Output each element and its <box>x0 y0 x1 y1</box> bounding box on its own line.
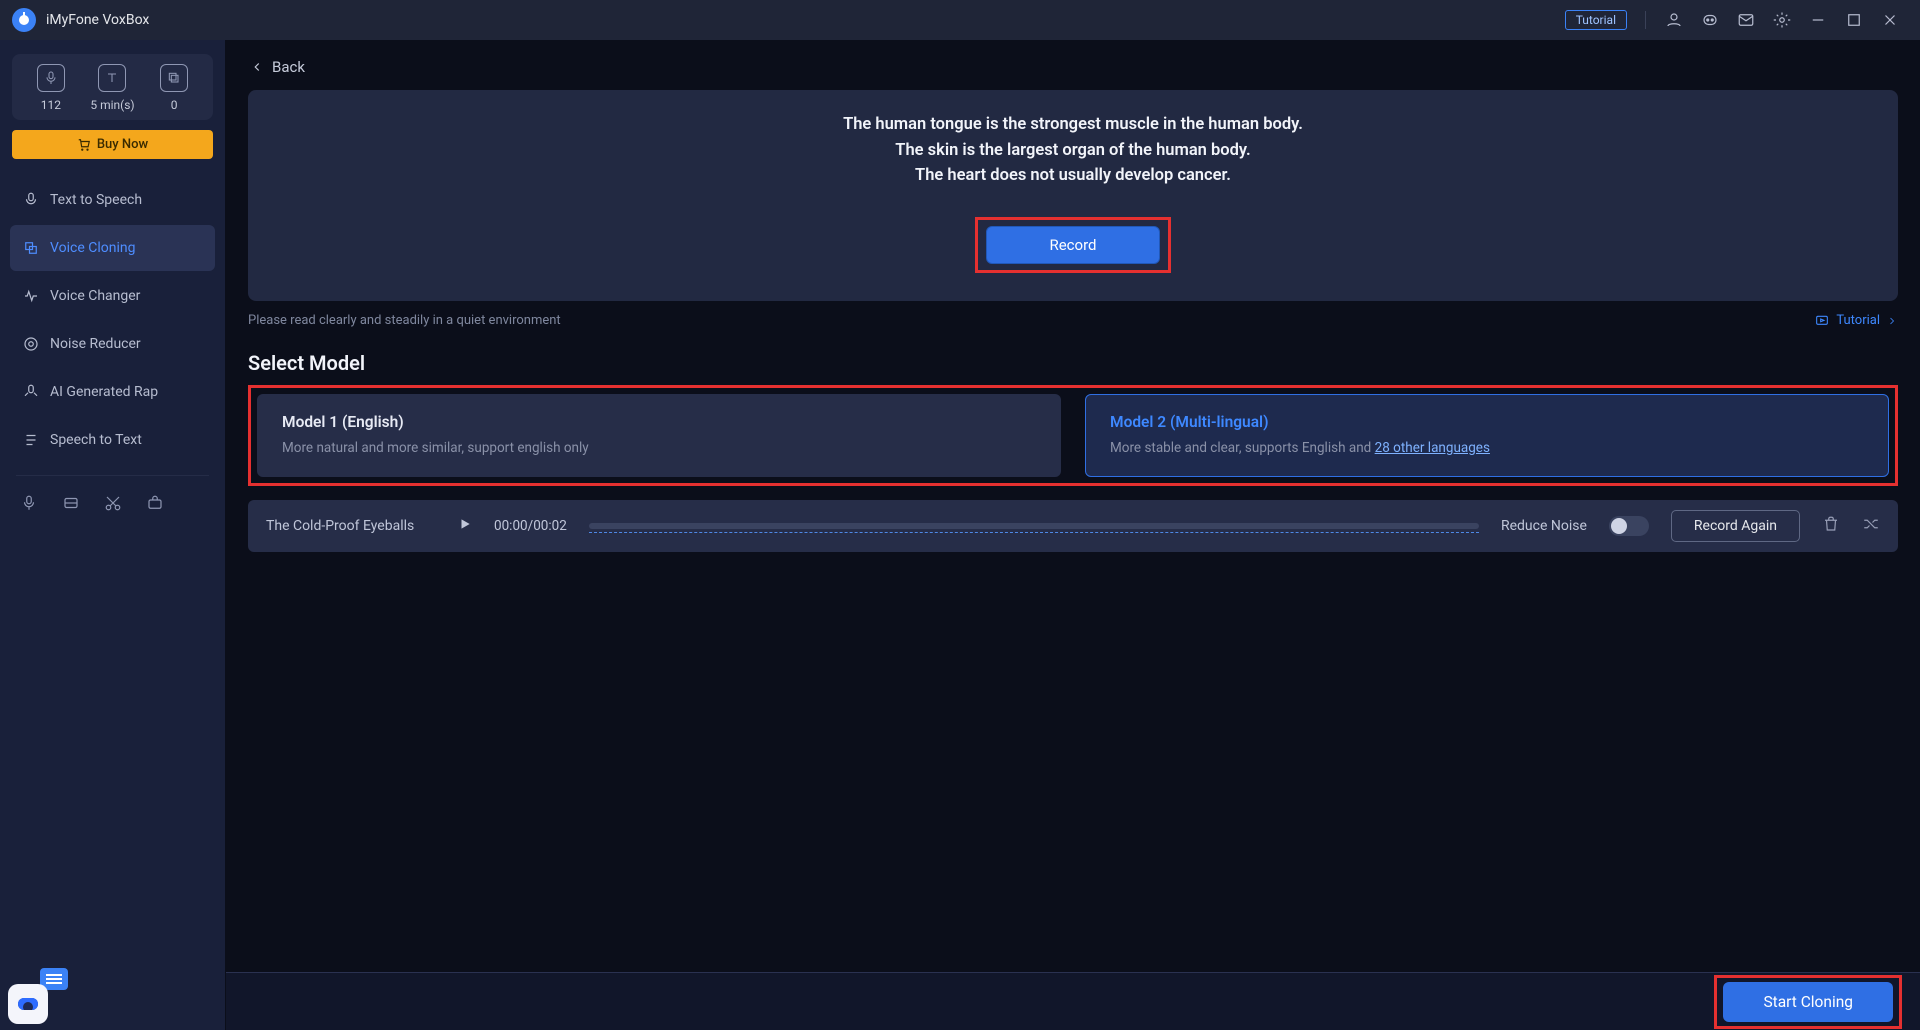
stat-minutes: 5 min(s) <box>82 64 142 112</box>
account-icon[interactable] <box>1664 10 1684 30</box>
close-icon[interactable] <box>1880 10 1900 30</box>
back-button[interactable]: Back <box>248 52 1898 90</box>
mini-convert-icon[interactable] <box>62 494 80 516</box>
record-again-button[interactable]: Record Again <box>1671 510 1800 542</box>
stat-characters: 112 <box>21 64 81 112</box>
nav-voice-cloning[interactable]: Voice Cloning <box>10 225 215 271</box>
mic-icon <box>37 64 65 92</box>
delete-icon[interactable] <box>1822 515 1840 537</box>
record-button[interactable]: Record <box>986 226 1159 264</box>
progress-bar[interactable] <box>589 523 1479 529</box>
mini-record-icon[interactable] <box>20 494 38 516</box>
robot-icon <box>8 984 48 1024</box>
app-title: iMyFone VoxBox <box>46 12 149 28</box>
model-2-card[interactable]: Model 2 (Multi-lingual) More stable and … <box>1085 394 1889 477</box>
reduce-noise-label: Reduce Noise <box>1501 518 1587 534</box>
mail-icon[interactable] <box>1736 10 1756 30</box>
track-name: The Cold-Proof Eyeballs <box>266 518 436 534</box>
titlebar: iMyFone VoxBox Tutorial <box>0 0 1920 40</box>
tutorial-pill-button[interactable]: Tutorial <box>1565 10 1627 30</box>
nav-text-to-speech[interactable]: Text to Speech <box>10 177 215 223</box>
shuffle-icon[interactable] <box>1862 515 1880 537</box>
play-icon[interactable] <box>458 517 472 535</box>
models-highlight: Model 1 (English) More natural and more … <box>248 385 1898 486</box>
reduce-noise-toggle[interactable] <box>1609 516 1649 536</box>
sidebar-stats-box: 112 5 min(s) 0 <box>12 54 213 120</box>
nav-ai-generated-rap[interactable]: AI Generated Rap <box>10 369 215 415</box>
script-line: The heart does not usually develop cance… <box>268 163 1878 189</box>
nav-voice-changer[interactable]: Voice Changer <box>10 273 215 319</box>
app-logo-icon <box>12 8 36 32</box>
text-icon <box>98 64 126 92</box>
start-cloning-button[interactable]: Start Cloning <box>1723 982 1893 1022</box>
model-2-desc: More stable and clear, supports English … <box>1110 439 1864 458</box>
time-display: 00:00/00:02 <box>494 518 567 534</box>
maximize-icon[interactable] <box>1844 10 1864 30</box>
settings-icon[interactable] <box>1772 10 1792 30</box>
footer-bar: Start Cloning <box>226 972 1920 1030</box>
mini-tools <box>0 484 225 526</box>
start-highlight: Start Cloning <box>1714 975 1902 1029</box>
model-1-card[interactable]: Model 1 (English) More natural and more … <box>257 394 1061 477</box>
buy-now-button[interactable]: Buy Now <box>12 130 213 159</box>
reading-hint: Please read clearly and steadily in a qu… <box>248 313 561 328</box>
script-line: The skin is the largest organ of the hum… <box>268 138 1878 164</box>
reading-panel: The human tongue is the strongest muscle… <box>248 90 1898 301</box>
mini-case-icon[interactable] <box>146 494 164 516</box>
stat-clones: 0 <box>144 64 204 112</box>
player-row: The Cold-Proof Eyeballs 00:00/00:02 Redu… <box>248 500 1898 552</box>
discord-icon[interactable] <box>1700 10 1720 30</box>
record-highlight: Record <box>975 217 1170 273</box>
nav-noise-reducer[interactable]: Noise Reducer <box>10 321 215 367</box>
minimize-icon[interactable] <box>1808 10 1828 30</box>
select-model-title: Select Model <box>248 351 1898 375</box>
script-line: The human tongue is the strongest muscle… <box>268 112 1878 138</box>
tutorial-link[interactable]: Tutorial <box>1814 313 1898 329</box>
languages-link[interactable]: 28 other languages <box>1375 440 1490 456</box>
main-area: Back The human tongue is the strongest m… <box>226 40 1920 1030</box>
nav-speech-to-text[interactable]: Speech to Text <box>10 417 215 463</box>
chatbot-widget[interactable] <box>8 968 68 1024</box>
copy-icon <box>160 64 188 92</box>
mini-cut-icon[interactable] <box>104 494 122 516</box>
sidebar: 112 5 min(s) 0 Buy Now Text to Speech Vo… <box>0 40 226 1030</box>
